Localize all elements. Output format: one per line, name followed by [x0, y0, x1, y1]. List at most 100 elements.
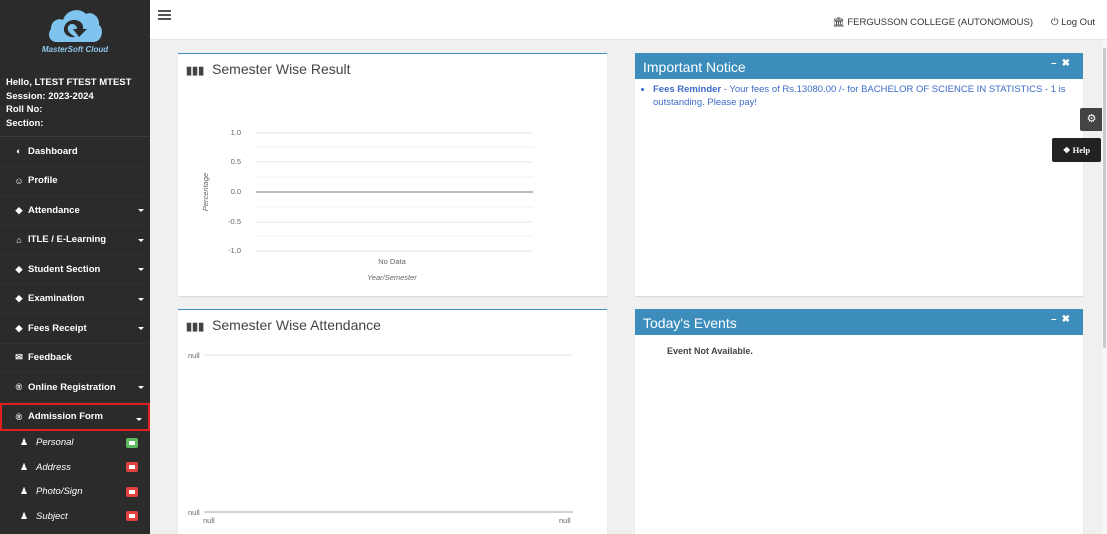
- submenu-item-label: Photo/Sign: [36, 486, 83, 498]
- x-axis-label: Year/Semester: [367, 273, 417, 282]
- close-icon[interactable]: ✖: [1062, 314, 1075, 325]
- sidebar-item-label: Online Registration: [28, 381, 116, 393]
- y-axis-label: Percentage: [201, 173, 210, 211]
- status-badge: [126, 437, 138, 448]
- sidebar-item-dashboard[interactable]: ◐ Dashboard: [0, 137, 150, 167]
- minimize-icon[interactable]: –: [1051, 58, 1062, 69]
- y-tick-label: 1.0: [231, 128, 241, 137]
- sidebar-item-label: Profile: [28, 175, 58, 187]
- user-icon: ♟: [20, 461, 29, 472]
- status-badge: [126, 486, 138, 497]
- sidebar-item-feedback[interactable]: ✉ Feedback: [0, 344, 150, 373]
- submenu-item-photo-sign[interactable]: ♟ Photo/Sign: [0, 480, 150, 505]
- caret-down-icon: [138, 327, 144, 330]
- events-panel-title: Today's Events: [643, 315, 737, 331]
- sidebar-item-label: Student Section: [28, 263, 101, 275]
- sidebar-item-label: Examination: [28, 293, 85, 305]
- power-icon: ⏻: [1051, 17, 1059, 28]
- submenu-item-label: Personal: [36, 437, 74, 449]
- notice-list: Fees Reminder - Your fees of Rs.13080.00…: [635, 79, 1083, 109]
- semester-attendance-panel: ▮▮▮ Semester Wise Attendance null null n…: [178, 309, 607, 534]
- logout-button[interactable]: ⏻ Log Out: [1051, 17, 1095, 28]
- hamburger-menu-icon[interactable]: [158, 10, 171, 20]
- tag-icon: ◆: [15, 293, 23, 304]
- sidebar-item-label: Dashboard: [28, 145, 78, 157]
- college-name[interactable]: 🏛 FERGUSSON COLLEGE (AUTONOMOUS): [833, 17, 1033, 28]
- sidebar-item-itle-elearning[interactable]: ⌂ ITLE / E-Learning: [0, 226, 150, 255]
- sidebar-item-label: ITLE / E-Learning: [28, 234, 107, 246]
- notice-item[interactable]: Fees Reminder - Your fees of Rs.13080.00…: [653, 84, 1071, 109]
- submenu-item-address[interactable]: ♟ Address: [0, 455, 150, 480]
- user-icon: ♟: [20, 437, 29, 448]
- sidebar-item-label: Attendance: [28, 204, 80, 216]
- graduation-cap-icon: ⌂: [16, 234, 22, 245]
- submenu-item-subject[interactable]: ♟ Subject: [0, 504, 150, 529]
- caret-down-icon: [138, 297, 144, 301]
- sidebar-item-profile[interactable]: ☺ Profile: [0, 167, 150, 196]
- dashboard-icon: ◐: [16, 146, 22, 157]
- logout-label: Log Out: [1061, 17, 1095, 28]
- sidebar-item-label: Feedback: [28, 352, 72, 364]
- y-tick-label: -1.0: [228, 246, 241, 255]
- registered-icon: ®: [15, 382, 23, 393]
- user-session: Session: 2023-2024: [6, 90, 94, 102]
- y-tick-label: 0.0: [231, 187, 241, 196]
- caret-down-icon: [138, 238, 144, 242]
- registered-icon: ®: [15, 411, 23, 422]
- sidebar-item-admission-form[interactable]: ® Admission Form: [0, 402, 150, 431]
- top-navbar: 🏛 FERGUSSON COLLEGE (AUTONOMOUS) ⏻ Log O…: [150, 0, 1107, 40]
- semester-result-panel: ▮▮▮ Semester Wise Result 1.0 0.5 0.0 -0.…: [178, 53, 607, 296]
- panel-tools: –✖: [1051, 58, 1075, 69]
- sidebar-item-attendance[interactable]: ◆ Attendance: [0, 196, 150, 226]
- attendance-chart: null null null null: [188, 351, 573, 525]
- status-badge: [126, 462, 138, 472]
- notice-item-title: Fees Reminder: [653, 84, 722, 95]
- submenu-item-label: Subject: [36, 510, 68, 522]
- tag-icon: ◆: [15, 263, 23, 274]
- gear-icon: ⚙: [1086, 113, 1097, 125]
- settings-button[interactable]: ⚙: [1080, 108, 1103, 131]
- y-tick-label: -0.5: [228, 217, 241, 226]
- user-icon: ♟: [20, 486, 29, 497]
- caret-down-icon: [138, 209, 144, 212]
- panel-header: Important Notice –✖: [635, 53, 1083, 79]
- caret-down-icon: [138, 268, 144, 271]
- x-tick-label: null: [559, 516, 571, 525]
- sidebar-item-label: Admission Form: [28, 411, 103, 422]
- scrollbar-thumb[interactable]: [1103, 48, 1106, 348]
- college-name-label: FERGUSSON COLLEGE (AUTONOMOUS): [847, 17, 1033, 28]
- user-greeting: Hello, LTEST FTEST MTEST: [6, 77, 132, 88]
- panel-tools: –✖: [1051, 314, 1075, 325]
- tag-icon: ◆: [15, 204, 23, 215]
- institution-icon: 🏛: [832, 17, 845, 28]
- sidebar-item-student-section[interactable]: ◆ Student Section: [0, 255, 150, 285]
- tag-icon: ◆: [15, 322, 23, 333]
- help-button[interactable]: ❖ Help: [1052, 138, 1101, 162]
- logo[interactable]: MasterSoft Cloud: [0, 0, 150, 72]
- submenu-item-label: Address: [36, 461, 71, 473]
- user-icon: ♟: [20, 510, 29, 521]
- minimize-icon[interactable]: –: [1051, 314, 1062, 325]
- y-tick-label: 0.5: [231, 157, 241, 166]
- sidebar: MasterSoft Cloud Hello, LTEST FTEST MTES…: [0, 0, 150, 534]
- comments-icon: ✉: [15, 352, 23, 363]
- caret-down-icon: [136, 417, 142, 421]
- sidebar-item-fees-receipt[interactable]: ◆ Fees Receipt: [0, 314, 150, 344]
- no-data-label: No Data: [378, 257, 406, 266]
- close-icon[interactable]: ✖: [1062, 58, 1075, 69]
- user-section: Section:: [6, 117, 44, 129]
- submenu-item-personal[interactable]: ♟ Personal: [0, 431, 150, 456]
- sidebar-item-label: Fees Receipt: [28, 322, 87, 334]
- y-tick-label: null: [188, 351, 200, 360]
- important-notice-panel: Important Notice –✖ Fees Reminder - Your…: [635, 53, 1083, 296]
- user-roll-no: Roll No:: [6, 104, 43, 115]
- page-scrollbar[interactable]: [1102, 40, 1107, 534]
- notice-panel-title: Important Notice: [643, 59, 746, 75]
- events-empty-text: Event Not Available.: [667, 346, 753, 356]
- sidebar-item-examination[interactable]: ◆ Examination: [0, 285, 150, 314]
- todays-events-panel: Today's Events –✖ Event Not Available.: [635, 309, 1083, 534]
- sidebar-item-online-registration[interactable]: ® Online Registration: [0, 373, 150, 403]
- caret-down-icon: [138, 386, 144, 389]
- panel-header: Today's Events –✖: [635, 309, 1083, 335]
- cloud-logo-icon: [49, 10, 102, 42]
